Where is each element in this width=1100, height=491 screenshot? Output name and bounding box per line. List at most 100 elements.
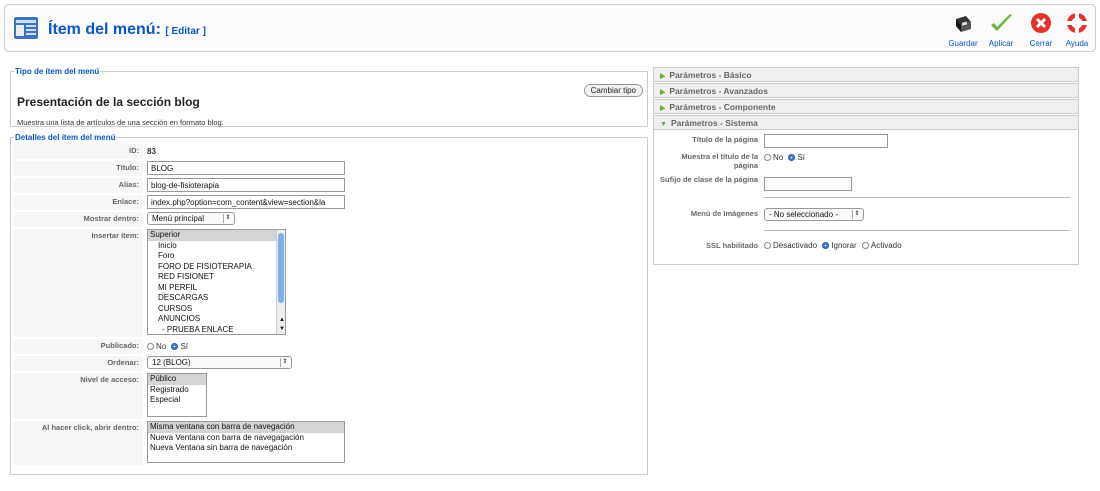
params-component-header[interactable]: ▶ Parámetros - Componente [653,99,1079,114]
show-in-value: Menú principal [152,214,205,223]
menu-item-details-legend: Detalles del ítem del menú [15,133,116,142]
listbox-scrollbar[interactable]: ▲ ▼ [276,230,285,334]
published-no-radio[interactable] [147,343,154,350]
show-title-yes-label: Sí [797,153,806,162]
list-item[interactable]: RED FISIONET [148,272,285,283]
access-level-label: Nivel de acceso: [13,373,143,419]
page-title-param-input[interactable] [764,134,888,148]
list-item[interactable]: Público [148,374,206,385]
list-item[interactable]: Foro [148,251,285,262]
ssl-off-radio[interactable] [764,242,771,249]
menu-item-type-description: Muestra una lista de artículos de una se… [17,118,224,127]
access-level-listbox[interactable]: Público Registrado Especial [147,373,207,417]
show-title-yes-radio[interactable] [788,154,796,161]
title-input[interactable] [147,161,345,175]
check-icon [991,14,1012,31]
expand-arrow-icon: ▶ [660,89,666,96]
divider [764,230,1070,231]
ssl-ignore-radio[interactable] [822,242,830,249]
on-click-label: Al hacer click, abrir dentro: [13,421,143,465]
help-button[interactable]: Ayuda [1057,11,1097,48]
close-button[interactable]: Cerrar [1021,11,1061,48]
save-button[interactable]: Guardar [943,11,983,48]
help-icon [1067,13,1087,33]
list-item[interactable]: Misma ventana con barra de navegación [148,422,344,433]
page-class-suffix-input[interactable] [764,177,852,191]
parameters-column: ▶ Parámetros - Básico ▶ Parámetros - Avanz… [653,67,1079,265]
apply-label: Aplicar [988,39,1014,48]
list-item[interactable]: - PRUEBA ENLACE [148,325,285,335]
menu-item-type-section: Tipo de ítem del menú Presentación de la… [10,67,648,127]
params-basic-header[interactable]: ▶ Parámetros - Básico [653,67,1079,82]
list-item[interactable]: ANUNCIOS [148,314,285,325]
published-label: Publicado: [13,339,143,354]
collapse-arrow-icon: ▼ [660,121,667,128]
order-label: Ordenar: [13,356,143,371]
list-item[interactable]: Superior [148,230,285,241]
params-system-header[interactable]: ▼ Parámetros - Sistema [653,115,1079,130]
select-arrows-icon: ⇕ [852,210,861,219]
list-item[interactable]: MI PERFIL [148,283,285,294]
help-label: Ayuda [1065,39,1089,48]
params-system-body: Título de la página Muestra el título de… [653,130,1079,265]
ssl-ignore-label: Ignorar [831,241,857,250]
show-in-label: Mostrar dentro: [13,212,143,227]
alias-input[interactable] [147,178,345,192]
list-item[interactable]: Nueva Ventana sin barra de navegación [148,443,344,454]
select-arrows-icon: ⇕ [280,358,289,367]
scrollbar-thumb[interactable] [278,233,284,303]
id-label: ID: [13,144,143,159]
page-class-suffix-label: Sufijo de clase de la página [660,175,758,184]
page-title-param-label: Título de la página [692,135,758,144]
list-item[interactable]: CURSOS [148,304,285,315]
order-value: 12 (BLOG) [152,358,191,367]
id-value: 83 [147,147,156,156]
page-title: Ítem del menú: [ Editar ] [48,21,206,38]
change-type-button[interactable]: Cambiar tipo [583,84,643,97]
select-arrows-icon: ⇕ [223,214,232,223]
show-title-no-label: No [773,153,784,162]
scroll-up-icon[interactable]: ▲ [277,316,285,325]
insert-item-label: Insertar ítem: [13,229,143,337]
published-yes-radio[interactable] [171,343,179,350]
scroll-down-icon[interactable]: ▼ [277,325,285,334]
order-select[interactable]: 12 (BLOG) ⇕ [147,356,292,369]
list-item[interactable]: DESCARGAS [148,293,285,304]
close-label: Cerrar [1029,39,1053,48]
ssl-off-label: Desactivado [773,241,818,250]
title-label: Título: [13,161,143,176]
menu-image-label: Menú de Imágenes [690,209,758,218]
toolbar: Ítem del menú: [ Editar ] Guardar Aplica… [4,4,1096,52]
link-label: Enlace: [13,195,143,210]
list-item[interactable]: Especial [148,395,206,406]
alias-label: Alias: [13,178,143,193]
menu-item-icon [14,17,38,39]
menu-image-value: - No seleccionado - [769,210,838,219]
page-subtitle: [ Editar ] [165,26,206,37]
menu-image-select[interactable]: - No seleccionado - ⇕ [764,208,864,221]
menu-item-type-title: Presentación de la sección blog [17,95,200,109]
on-click-listbox[interactable]: Misma ventana con barra de navegación Nu… [147,421,345,463]
details-form: ID: 83 Título: Alias: Enlace: Mostrar de… [11,142,349,467]
list-item[interactable]: Registrado [148,385,206,396]
expand-arrow-icon: ▶ [660,105,666,112]
insert-item-listbox[interactable]: Superior Inicio Foro FORO DE FISIOTERAPI… [147,229,286,335]
system-params-form: Título de la página Muestra el título de… [654,132,1072,253]
left-column: Tipo de ítem del menú Presentación de la… [10,67,648,475]
ssl-on-radio[interactable] [861,242,869,249]
list-item[interactable]: Inicio [148,241,285,252]
apply-button[interactable]: Aplicar [981,11,1021,48]
ssl-on-label: Activado [870,241,902,250]
show-in-select[interactable]: Menú principal ⇕ [147,212,235,225]
list-item[interactable]: Nueva Ventana con barra de navegagación [148,433,344,444]
link-input[interactable] [147,195,345,209]
close-icon [1031,13,1051,33]
show-page-title-label: Muestra el título de la página [681,152,758,170]
published-yes-label: Sí [180,342,189,351]
menu-item-type-legend: Tipo de ítem del menú [15,67,100,76]
show-title-no-radio[interactable] [764,154,771,161]
list-item[interactable]: FORO DE FISIOTERAPIA [148,262,285,273]
expand-arrow-icon: ▶ [660,73,666,80]
save-icon [956,16,971,32]
params-advanced-header[interactable]: ▶ Parámetros - Avanzados [653,83,1079,98]
